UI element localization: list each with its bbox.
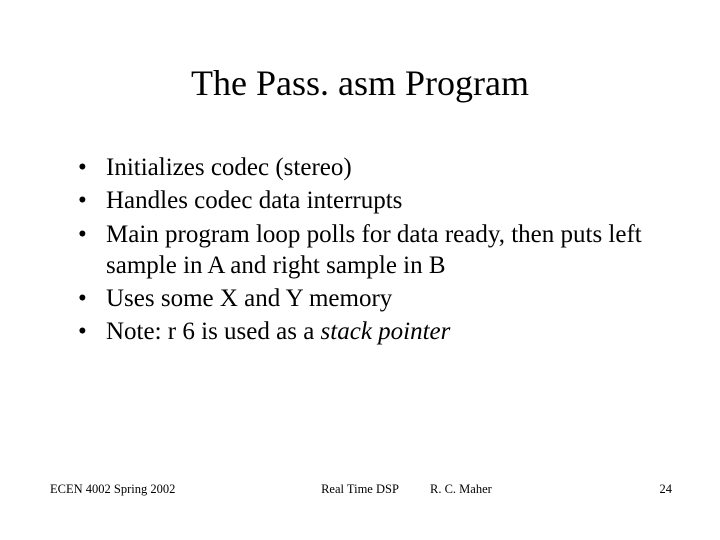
bullet-list: Initializes codec (stereo) Handles codec… xyxy=(50,152,670,348)
slide-content: Initializes codec (stereo) Handles codec… xyxy=(0,114,720,348)
bullet-text: Note: r 6 is used as a xyxy=(106,318,321,345)
bullet-text: Handles codec data interrupts xyxy=(106,187,402,214)
footer-page-number: 24 xyxy=(660,482,673,497)
slide: The Pass. asm Program Initializes codec … xyxy=(0,0,720,540)
list-item: Handles codec data interrupts xyxy=(78,185,670,216)
bullet-text: Uses some X and Y memory xyxy=(106,285,392,312)
bullet-text: Initializes codec (stereo) xyxy=(106,154,352,181)
bullet-text: Main program loop polls for data ready, … xyxy=(106,221,642,279)
list-item: Initializes codec (stereo) xyxy=(78,152,670,183)
list-item: Uses some X and Y memory xyxy=(78,283,670,314)
bullet-text-emph: stack pointer xyxy=(321,318,451,345)
footer-center: Real Time DSP xyxy=(0,482,720,497)
slide-title: The Pass. asm Program xyxy=(0,0,720,114)
footer-author: R. C. Maher xyxy=(430,482,492,497)
list-item: Main program loop polls for data ready, … xyxy=(78,219,670,282)
list-item: Note: r 6 is used as a stack pointer xyxy=(78,316,670,347)
